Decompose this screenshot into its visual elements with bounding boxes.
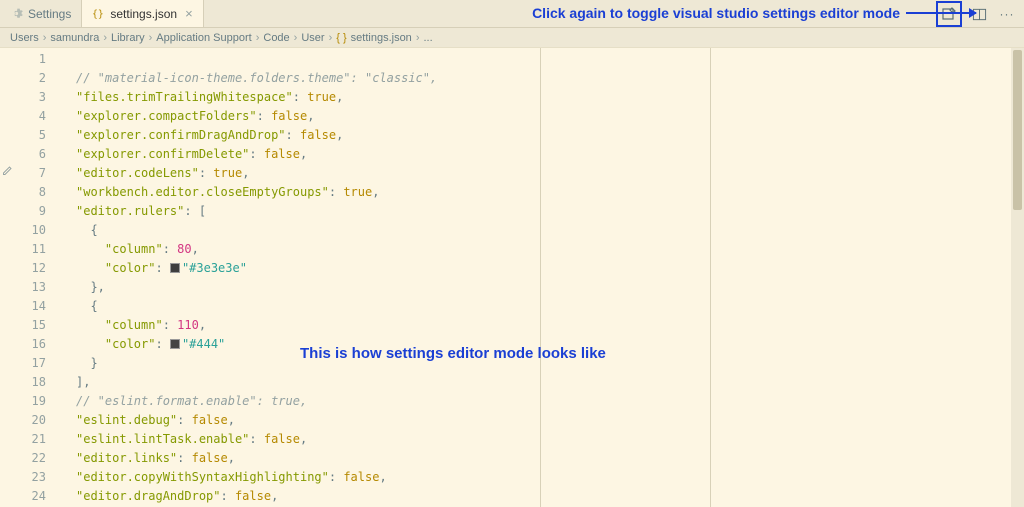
tab-label: settings.json: [110, 7, 177, 21]
code-line[interactable]: "eslint.debug": false,: [60, 411, 1024, 430]
crumb[interactable]: Code: [263, 32, 289, 44]
line-number: 4: [16, 107, 60, 126]
code-line[interactable]: [60, 50, 1024, 69]
crumb[interactable]: Users: [10, 32, 39, 44]
line-number: 7: [16, 164, 60, 183]
crumb[interactable]: Library: [111, 32, 145, 44]
crumb[interactable]: ...: [423, 32, 432, 44]
code-line[interactable]: "editor.rulers": [: [60, 202, 1024, 221]
tab-label: Settings: [28, 7, 71, 21]
code-line[interactable]: ],: [60, 373, 1024, 392]
glyph-margin: [0, 48, 16, 507]
code-line[interactable]: "explorer.confirmDelete": false,: [60, 145, 1024, 164]
svg-text:{}: {}: [92, 9, 104, 20]
pencil-icon: [2, 164, 14, 179]
code-line[interactable]: {: [60, 221, 1024, 240]
close-icon[interactable]: ×: [185, 6, 193, 21]
more-actions-button[interactable]: ···: [996, 3, 1018, 25]
ruler-110: [710, 48, 711, 507]
code-editor[interactable]: 123456789101112131415161718192021222324 …: [0, 48, 1024, 507]
code-line[interactable]: // "eslint.format.enable": true,: [60, 392, 1024, 411]
line-number: 5: [16, 126, 60, 145]
code-content[interactable]: // "material-icon-theme.folders.theme": …: [60, 48, 1024, 507]
code-line[interactable]: "column": 80,: [60, 240, 1024, 259]
line-number: 1: [16, 50, 60, 69]
code-line[interactable]: "editor.copyWithSyntaxHighlighting": fal…: [60, 468, 1024, 487]
code-line[interactable]: "editor.links": false,: [60, 449, 1024, 468]
tab-settings-json[interactable]: {} settings.json ×: [82, 0, 203, 27]
line-number: 2: [16, 69, 60, 88]
line-number: 14: [16, 297, 60, 316]
line-number: 12: [16, 259, 60, 278]
annotation-callout-mid: This is how settings editor mode looks l…: [300, 345, 606, 362]
code-line[interactable]: "column": 110,: [60, 316, 1024, 335]
line-number: 17: [16, 354, 60, 373]
crumb[interactable]: User: [301, 32, 324, 44]
crumb[interactable]: settings.json: [351, 32, 412, 44]
crumb[interactable]: samundra: [50, 32, 99, 44]
code-line[interactable]: // "material-icon-theme.folders.theme": …: [60, 69, 1024, 88]
line-number: 8: [16, 183, 60, 202]
line-number: 24: [16, 487, 60, 506]
code-line[interactable]: "files.trimTrailingWhitespace": true,: [60, 88, 1024, 107]
code-line[interactable]: "explorer.compactFolders": false,: [60, 107, 1024, 126]
line-number: 9: [16, 202, 60, 221]
line-number: 20: [16, 411, 60, 430]
code-line[interactable]: "workbench.editor.closeEmptyGroups": tru…: [60, 183, 1024, 202]
code-line[interactable]: "editor.dragAndDrop": false,: [60, 487, 1024, 506]
gear-icon: [10, 7, 23, 20]
scroll-thumb[interactable]: [1013, 50, 1022, 210]
tab-settings[interactable]: Settings: [0, 0, 82, 27]
line-number: 22: [16, 449, 60, 468]
code-line[interactable]: {: [60, 297, 1024, 316]
arrow-icon: [906, 12, 976, 14]
line-number: 16: [16, 335, 60, 354]
line-number: 6: [16, 145, 60, 164]
code-line[interactable]: "color": "#3e3e3e": [60, 259, 1024, 278]
annotation-callout-top: Click again to toggle visual studio sett…: [532, 5, 976, 21]
line-number: 10: [16, 221, 60, 240]
code-line[interactable]: "explorer.confirmDragAndDrop": false,: [60, 126, 1024, 145]
ruler-80: [540, 48, 541, 507]
code-line[interactable]: },: [60, 278, 1024, 297]
line-number: 18: [16, 373, 60, 392]
line-number: 23: [16, 468, 60, 487]
line-number-gutter: 123456789101112131415161718192021222324: [16, 48, 60, 507]
code-line[interactable]: "eslint.lintTask.enable": false,: [60, 430, 1024, 449]
vertical-scrollbar[interactable]: [1011, 48, 1024, 507]
line-number: 15: [16, 316, 60, 335]
line-number: 3: [16, 88, 60, 107]
line-number: 19: [16, 392, 60, 411]
line-number: 11: [16, 240, 60, 259]
crumb[interactable]: Application Support: [156, 32, 251, 44]
line-number: 13: [16, 278, 60, 297]
code-line[interactable]: "editor.codeLens": true,: [60, 164, 1024, 183]
line-number: 21: [16, 430, 60, 449]
breadcrumb[interactable]: Users› samundra› Library› Application Su…: [0, 28, 1024, 48]
braces-icon: {}: [92, 7, 105, 20]
